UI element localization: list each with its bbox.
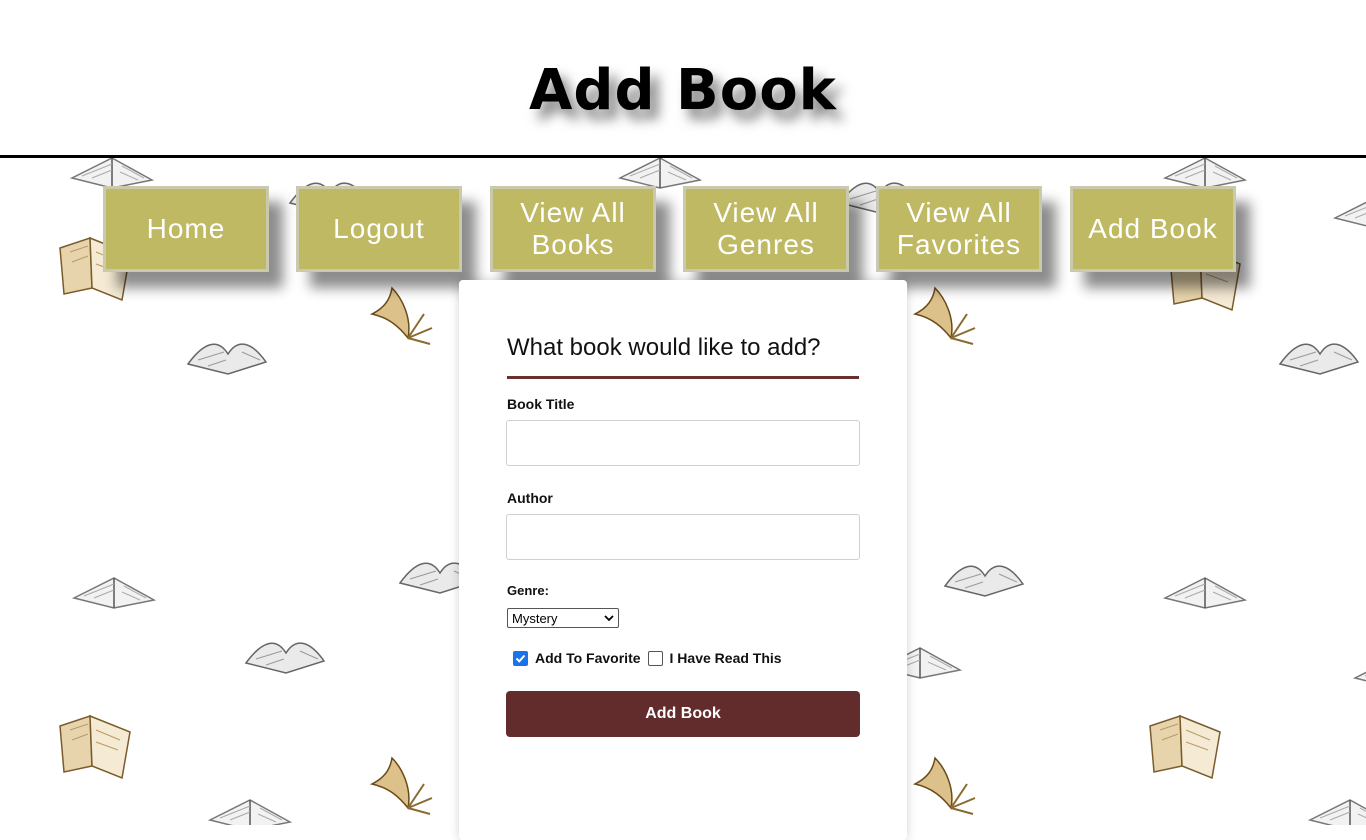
book-title-input[interactable] xyxy=(506,420,860,466)
chevron-down-icon xyxy=(604,610,614,629)
genre-label: Genre: xyxy=(507,583,549,598)
add-book-form-card: What book would like to add? Book Title … xyxy=(459,280,907,840)
nav-view-all-genres-button[interactable]: View All Genres xyxy=(683,186,849,272)
form-heading: What book would like to add? xyxy=(507,334,859,379)
nav-view-all-books-button[interactable]: View All Books xyxy=(490,186,656,272)
favorite-label: Add To Favorite xyxy=(535,650,641,666)
nav-logout-button[interactable]: Logout xyxy=(296,186,462,272)
genre-selected-value: Mystery xyxy=(512,610,558,626)
book-title-label: Book Title xyxy=(507,396,575,412)
read-label: I Have Read This xyxy=(669,650,782,666)
add-book-submit-button[interactable]: Add Book xyxy=(506,691,860,737)
read-checkbox[interactable] xyxy=(647,650,663,666)
page-header: Add Book xyxy=(0,0,1366,158)
options-row: Add To Favorite I Have Read This xyxy=(513,649,789,667)
main-nav: Home Logout View All Books View All Genr… xyxy=(0,186,1366,272)
favorite-checkbox[interactable] xyxy=(513,650,528,666)
nav-home-button[interactable]: Home xyxy=(103,186,269,272)
page-title: Add Book xyxy=(529,58,837,123)
checkmark-icon xyxy=(515,654,526,663)
author-label: Author xyxy=(507,490,553,506)
author-input[interactable] xyxy=(506,514,860,560)
nav-view-all-favorites-button[interactable]: View All Favorites xyxy=(876,186,1042,272)
genre-select[interactable]: Mystery xyxy=(507,608,619,628)
nav-add-book-button[interactable]: Add Book xyxy=(1070,186,1236,272)
